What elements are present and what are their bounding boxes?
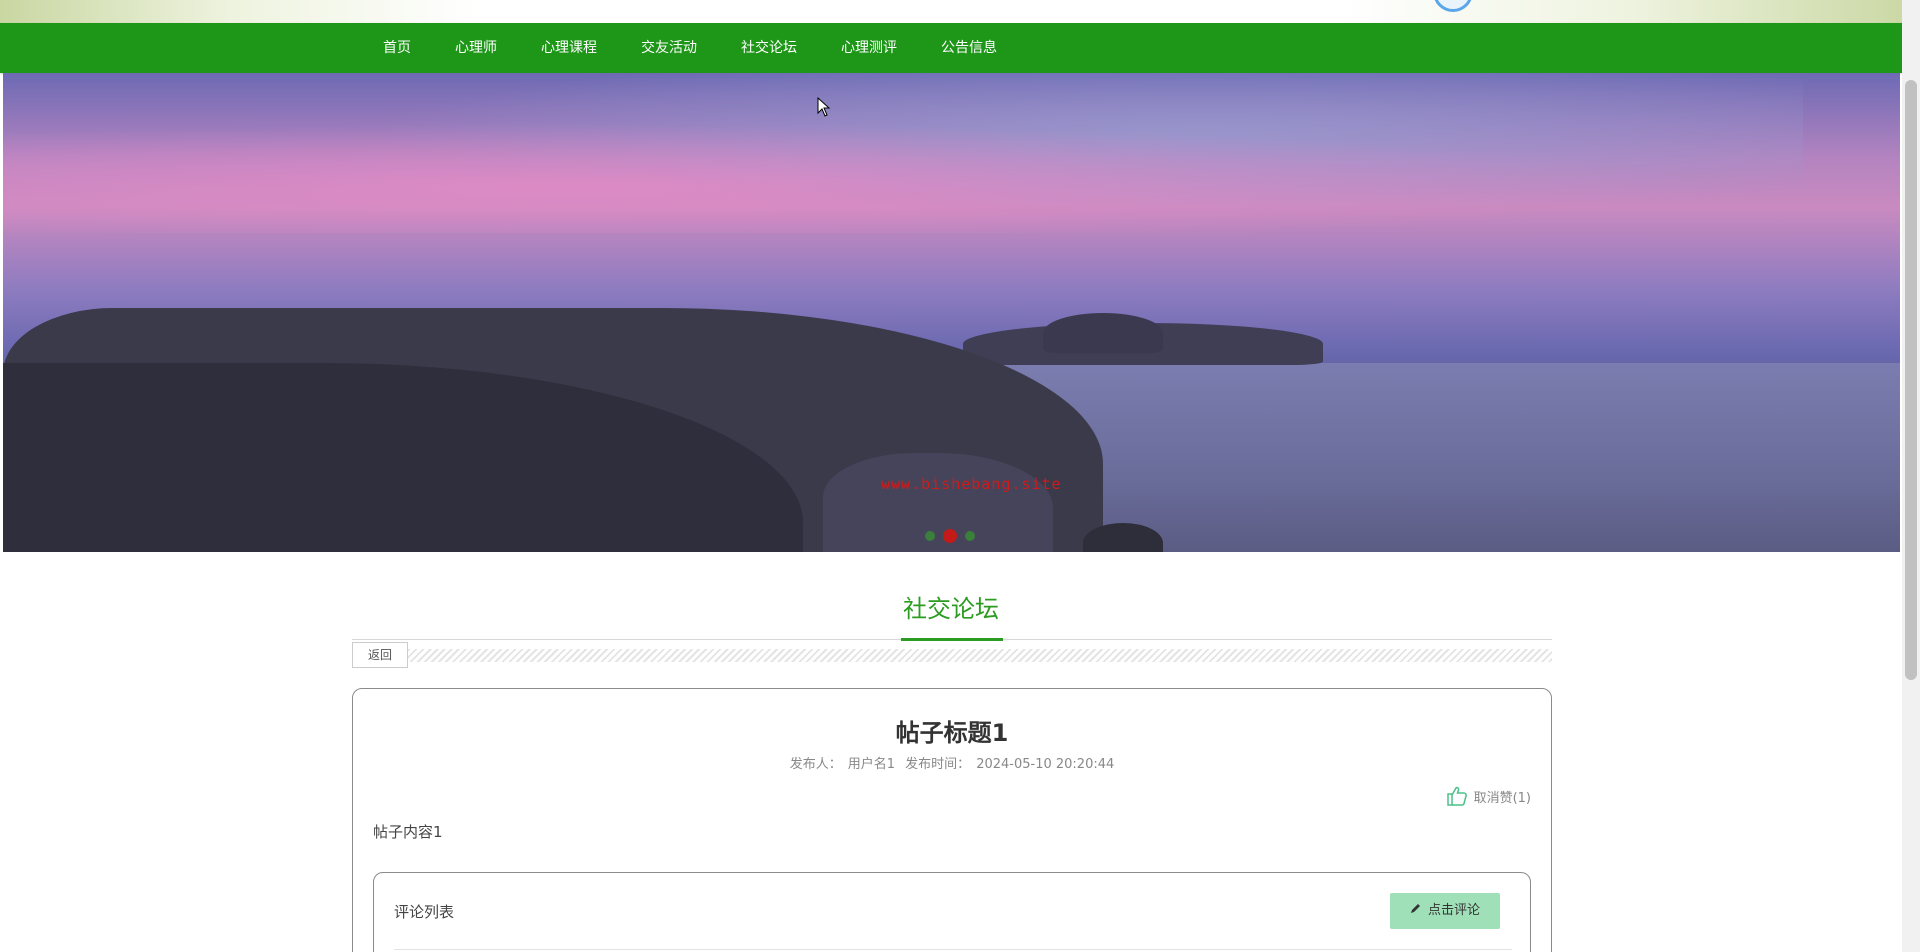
- author-name: 用户名1: [847, 757, 896, 772]
- post-meta: 发布人： 用户名1 发布时间： 2024-05-10 20:20:44: [353, 753, 1551, 772]
- banner-carousel[interactable]: www.bishebang.site: [3, 73, 1900, 552]
- comments-section: 评论列表 点击评论: [373, 872, 1531, 952]
- nav-menu: 首页 心理师 心理课程 交友活动 社交论坛 心理测评 公告信息: [383, 23, 1019, 73]
- nav-item-announcements[interactable]: 公告信息: [919, 23, 1019, 73]
- time-label: 发布时间：: [905, 757, 971, 772]
- back-button[interactable]: 返回: [352, 642, 408, 668]
- top-decorative-strip: [0, 0, 1920, 23]
- scrollbar-thumb[interactable]: [1905, 80, 1917, 680]
- hatch-divider: [408, 649, 1552, 662]
- nav-item-assessment[interactable]: 心理测评: [819, 23, 919, 73]
- post-card: 帖子标题1 发布人： 用户名1 发布时间： 2024-05-10 20:20:44 …: [352, 688, 1552, 952]
- post-content: 帖子内容1: [373, 823, 443, 841]
- unlike-button[interactable]: 取消赞(1): [1446, 785, 1531, 807]
- post-title: 帖子标题1: [895, 719, 1009, 747]
- nav-item-psychologist[interactable]: 心理师: [433, 23, 519, 73]
- banner-island: [1043, 313, 1163, 353]
- title-underline: [901, 638, 1003, 641]
- nav-item-courses[interactable]: 心理课程: [519, 23, 619, 73]
- like-label: 取消赞(1): [1473, 790, 1531, 806]
- add-comment-button[interactable]: 点击评论: [1390, 893, 1500, 929]
- carousel-dot-active[interactable]: [943, 529, 957, 543]
- nav-item-forum[interactable]: 社交论坛: [719, 23, 819, 73]
- main-navbar: 首页 心理师 心理课程 交友活动 社交论坛 心理测评 公告信息: [0, 23, 1902, 73]
- mouse-cursor-icon: [817, 97, 831, 117]
- nav-item-home[interactable]: 首页: [383, 23, 433, 73]
- banner-watermark: www.bishebang.site: [881, 475, 1062, 493]
- author-label: 发布人：: [789, 757, 842, 772]
- banner-cloud: [3, 113, 1900, 233]
- page-scrollbar[interactable]: [1902, 0, 1920, 952]
- comments-heading: 评论列表: [394, 903, 455, 921]
- nav-item-activities[interactable]: 交友活动: [619, 23, 719, 73]
- pencil-icon: [1410, 893, 1422, 929]
- thumbs-up-icon: [1446, 785, 1468, 807]
- comments-divider: [394, 949, 1512, 950]
- carousel-dot[interactable]: [965, 531, 975, 541]
- carousel-dot[interactable]: [925, 531, 935, 541]
- add-comment-label: 点击评论: [1427, 903, 1480, 918]
- publish-time: 2024-05-10 20:20:44: [976, 757, 1115, 772]
- carousel-dots: [925, 529, 975, 543]
- page-title: 社交论坛: [903, 595, 999, 623]
